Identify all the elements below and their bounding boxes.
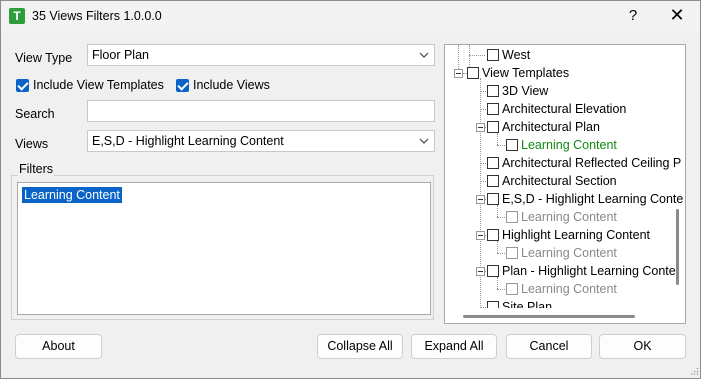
collapse-esd-highlight-icon[interactable]: [476, 195, 485, 204]
include-views-label: Include Views: [193, 78, 270, 92]
chevron-down-icon: [419, 52, 429, 58]
include-view-templates-checkbox[interactable]: [16, 79, 29, 92]
filter-list-item[interactable]: Learning Content: [21, 186, 123, 204]
title-bar: T 35 Views Filters 1.0.0.0 ? ✕: [1, 1, 700, 33]
search-label: Search: [15, 107, 55, 121]
tree-checkbox[interactable]: [487, 121, 499, 133]
collapse-all-button[interactable]: Collapse All: [317, 334, 403, 359]
collapse-view-templates-icon[interactable]: [454, 69, 463, 78]
tree-horizontal-scrollbar[interactable]: [463, 315, 635, 318]
views-tree[interactable]: West View Templates 3D View Architectura…: [444, 44, 686, 324]
tree-checkbox[interactable]: [487, 49, 499, 61]
tree-item-filter[interactable]: Learning Content: [506, 244, 617, 262]
tree-checkbox[interactable]: [487, 103, 499, 115]
collapse-plan-highlight-icon[interactable]: [476, 267, 485, 276]
window-title: 35 Views Filters 1.0.0.0: [32, 9, 162, 23]
views-label: Views: [15, 137, 49, 151]
tree-checkbox[interactable]: [487, 193, 499, 205]
tree-item-highlight-learning[interactable]: Highlight Learning Content: [487, 226, 650, 244]
ok-button[interactable]: OK: [599, 334, 686, 359]
tree-item-plan-highlight[interactable]: Plan - Highlight Learning Conte: [487, 262, 676, 280]
tree-item-3d-view[interactable]: 3D View: [487, 82, 548, 100]
chevron-down-icon: [419, 138, 429, 144]
view-type-value: Floor Plan: [92, 48, 149, 62]
tree-checkbox[interactable]: [506, 211, 518, 223]
cancel-button[interactable]: Cancel: [506, 334, 592, 359]
tree-checkbox[interactable]: [487, 175, 499, 187]
tree-checkbox[interactable]: [506, 283, 518, 295]
tree-item-architectural-section[interactable]: Architectural Section: [487, 172, 617, 190]
tree-vertical-scrollbar[interactable]: [676, 209, 679, 285]
tree-item-filter[interactable]: Learning Content: [506, 208, 617, 226]
include-view-templates-label: Include View Templates: [33, 78, 164, 92]
tree-item-filter[interactable]: Learning Content: [506, 280, 617, 298]
resize-grip-icon[interactable]: [691, 367, 699, 375]
tree-item-filter-applied[interactable]: Learning Content: [506, 136, 617, 154]
include-views-checkbox[interactable]: [176, 79, 189, 92]
app-icon: T: [9, 8, 25, 24]
tree-item-architectural-plan[interactable]: Architectural Plan: [487, 118, 600, 136]
tree-checkbox[interactable]: [487, 229, 499, 241]
help-button[interactable]: ?: [625, 7, 641, 27]
filters-listbox[interactable]: Learning Content: [17, 182, 431, 315]
tree-checkbox[interactable]: [487, 85, 499, 97]
tree-checkbox[interactable]: [506, 139, 518, 151]
search-input[interactable]: [87, 100, 435, 122]
tree-checkbox[interactable]: [487, 157, 499, 169]
filters-group-label: Filters: [18, 162, 55, 176]
tree-checkbox[interactable]: [487, 265, 499, 277]
tree-item-architectural-elevation[interactable]: Architectural Elevation: [487, 100, 626, 118]
tree-checkbox[interactable]: [467, 67, 479, 79]
view-type-dropdown[interactable]: Floor Plan: [87, 44, 435, 66]
dialog-window: T 35 Views Filters 1.0.0.0 ? ✕ View Type…: [0, 0, 701, 379]
about-button[interactable]: About: [15, 334, 102, 359]
tree-item-west[interactable]: West: [487, 46, 530, 64]
view-type-label: View Type: [15, 51, 73, 65]
tree-item-site-plan[interactable]: Site Plan: [487, 298, 552, 308]
tree-item-esd-highlight[interactable]: E,S,D - Highlight Learning Conte: [487, 190, 683, 208]
expand-all-button[interactable]: Expand All: [411, 334, 497, 359]
tree-checkbox[interactable]: [487, 301, 499, 308]
collapse-highlight-learning-icon[interactable]: [476, 231, 485, 240]
collapse-architectural-plan-icon[interactable]: [476, 123, 485, 132]
views-value: E,S,D - Highlight Learning Content: [92, 134, 284, 148]
close-button[interactable]: ✕: [667, 5, 687, 27]
tree-checkbox[interactable]: [506, 247, 518, 259]
tree-item-view-templates[interactable]: View Templates: [467, 64, 569, 82]
tree-item-architectural-rcp[interactable]: Architectural Reflected Ceiling P: [487, 154, 681, 172]
views-dropdown[interactable]: E,S,D - Highlight Learning Content: [87, 130, 435, 152]
